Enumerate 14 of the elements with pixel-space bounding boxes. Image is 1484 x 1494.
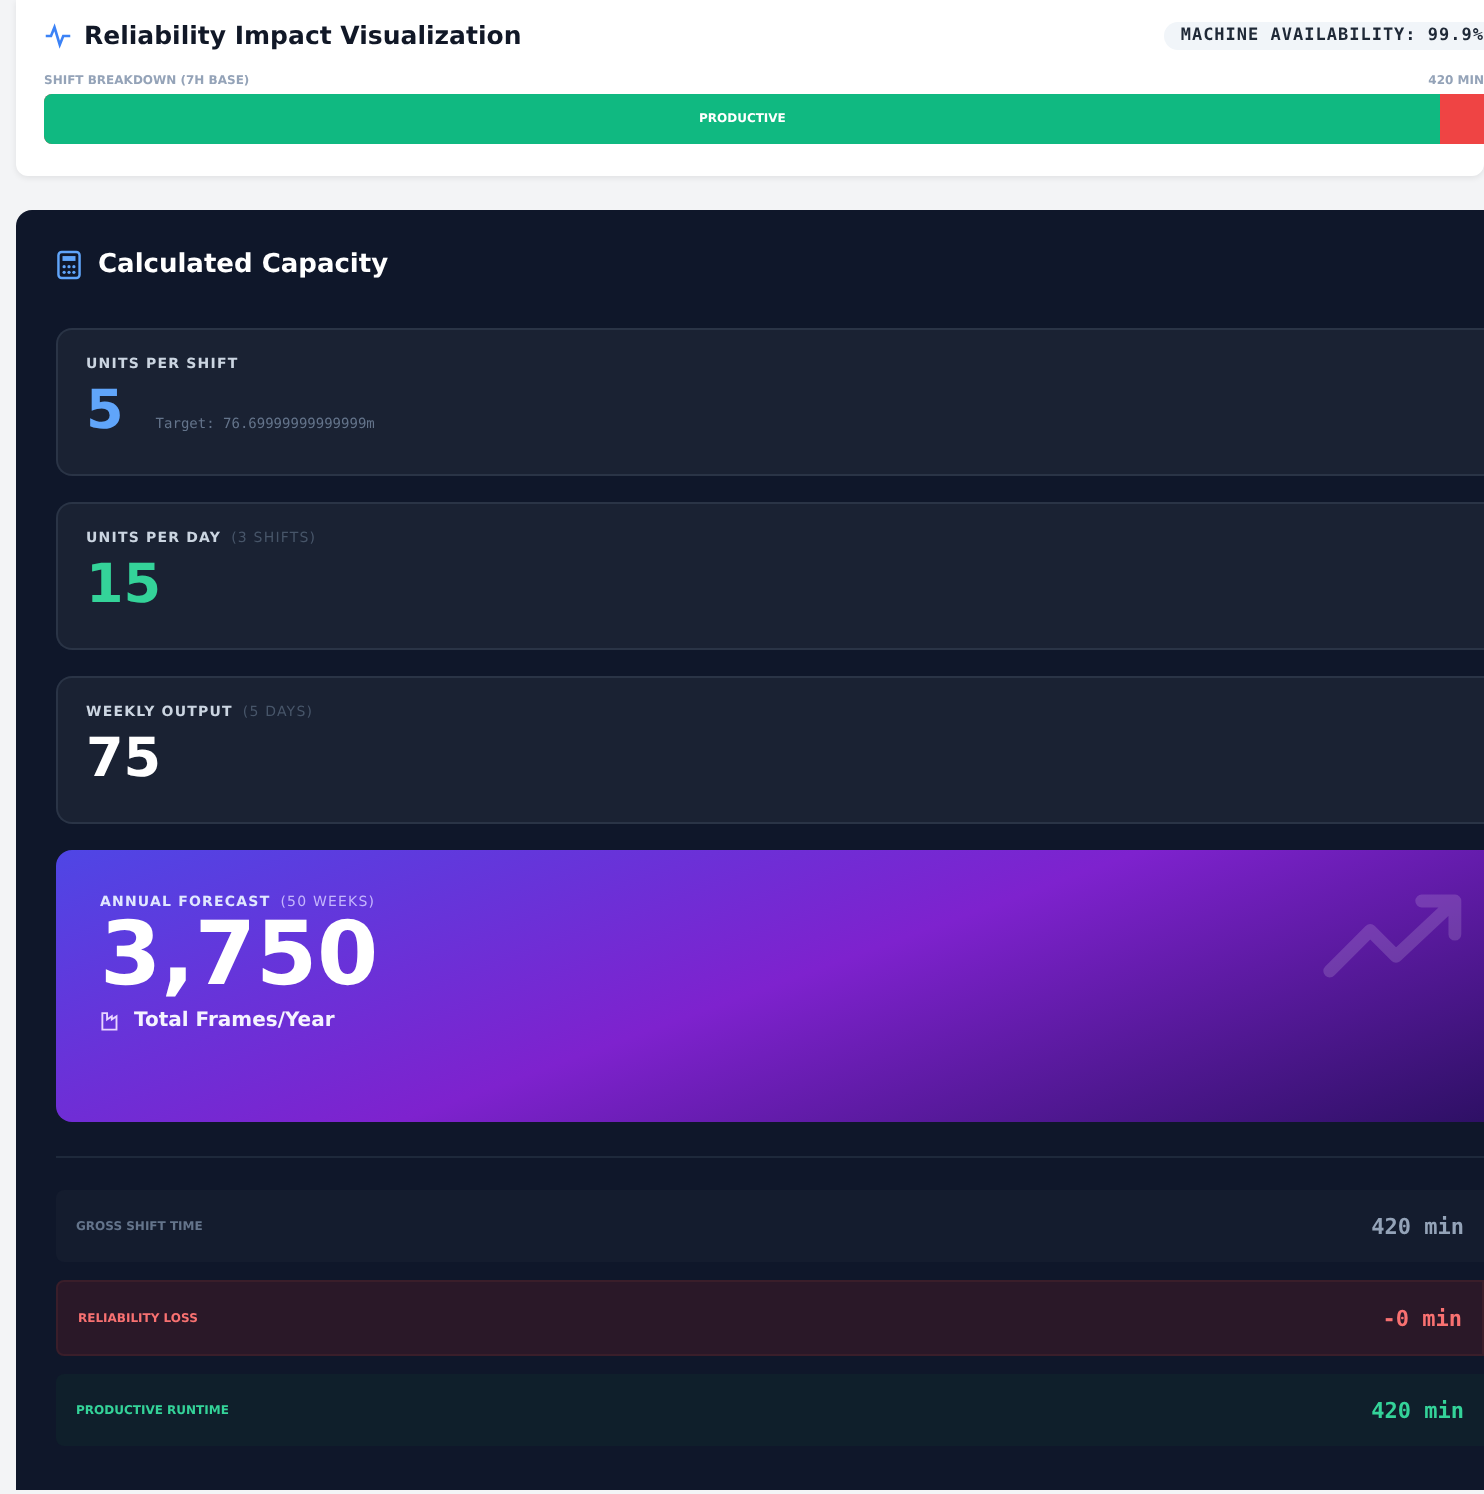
row-value: 420 min [1371,1397,1464,1423]
forecast-value: 3,750 [100,910,379,1003]
card-title: Reliability Impact Visualization [84,20,524,50]
stat-value: 5 [86,380,124,442]
calculator-icon [56,250,82,280]
row-value: 420 min [1371,1213,1464,1239]
stat-value: 15 [86,554,162,616]
forecast-caption: Total Frames/Year [134,1010,335,1033]
stat-value: 75 [86,728,162,790]
panel-title: Calculated Capacity [98,250,389,280]
factory-icon [100,1010,122,1033]
row-value: -0 min [1382,1305,1462,1331]
pulse-icon [44,21,72,49]
availability-badge: MACHINE AVAILABILITY: 99.9% [1164,21,1484,49]
